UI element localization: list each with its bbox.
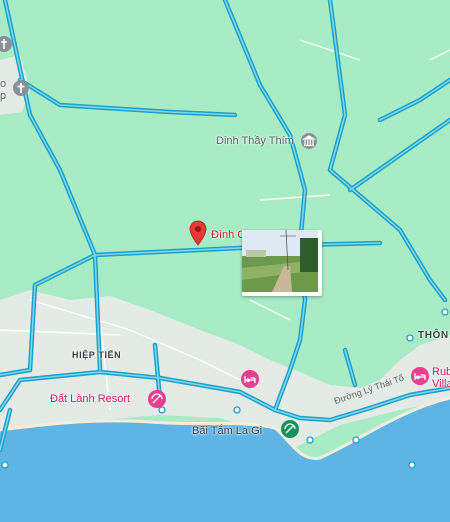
church-icon[interactable] [0,36,12,52]
map-layer [0,0,450,522]
edge-label-p: p [0,90,7,102]
beach-icon[interactable] [281,420,299,438]
edge-label-o: o [0,78,7,90]
photo-image [242,230,318,292]
red-pin-icon[interactable] [189,220,207,246]
map-canvas[interactable]: o p Dinh Thầy Thím Đình C HIỆP TIẾN THÔN… [0,0,450,522]
museum-icon[interactable] [301,133,317,149]
label-bai-tam-la-gi[interactable]: Bãi Tắm La Gi [192,425,262,437]
label-dinh-thay-thim[interactable]: Dinh Thầy Thím [216,135,294,147]
label-dat-lanh-resort[interactable]: Đất Lành Resort [50,393,130,405]
villa-hotel-icon[interactable] [411,367,429,385]
area-label-hiep-tien: HIỆP TIẾN [72,350,122,360]
area-label-thon: THÔN [418,330,449,341]
cross-icon[interactable] [13,80,29,96]
label-villa[interactable]: Villa [432,378,450,390]
label-dinh-partial[interactable]: Đình C [211,229,245,241]
label-rub[interactable]: Rub [432,366,450,378]
hotel-icon[interactable] [241,370,259,388]
resort-icon[interactable] [148,390,166,408]
place-photo-thumbnail[interactable] [242,230,322,296]
